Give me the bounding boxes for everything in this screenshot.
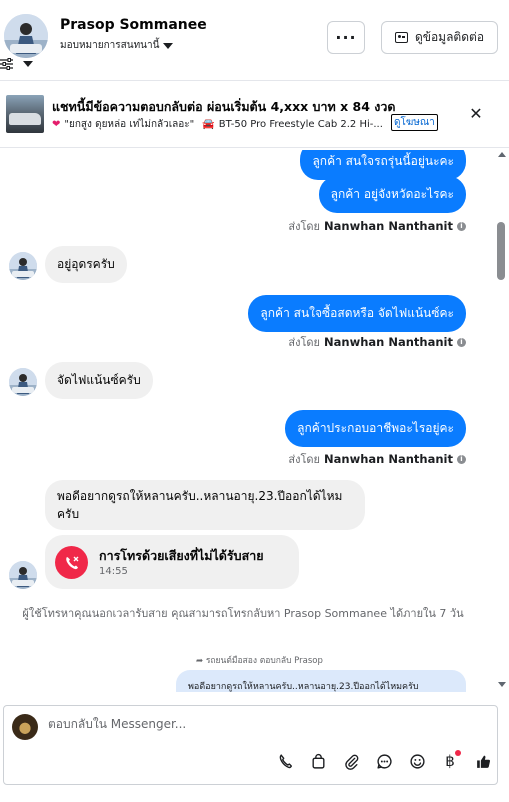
sent-by-name[interactable]: Nanwhan Nanthanit [324,452,453,466]
page-avatar [12,714,38,740]
outgoing-message[interactable]: ลูกค้า สนใจซื้อสดหรือ จัดไฟแน้นซ์คะ [248,295,466,332]
phone-icon[interactable] [274,750,296,772]
reply-input[interactable] [48,717,468,731]
message-thread[interactable]: ลูกค้า สนใจรถรุ่นนี้อยู่นะคะ ลูกค้า อยู่… [0,150,494,692]
sent-by-prefix: ส่งโดย [288,336,321,349]
sliders-icon [0,58,13,70]
scroll-up-arrow[interactable] [498,152,506,157]
paperclip-icon[interactable] [340,750,362,772]
ad-thumbnail [6,95,44,133]
chevron-down-icon [23,61,33,67]
filter-control[interactable] [0,58,33,70]
view-contact-label: ดูข้อมูลติดต่อ [414,30,485,44]
reply-label-text: รถยนต์มือสอง ตอบกลับ Prasop [205,656,323,666]
banner-quote: "ยกสูง ดุยหล่อ เท่ไม่กลัวเลอะ" [64,119,195,130]
car-icon: 🚘 [202,119,215,130]
close-icon: ✕ [469,103,483,123]
sent-by-prefix: ส่งโดย [288,453,321,466]
banner-title: แชทนี้มีข้อความตอบกลับต่อ ผ่อนเริ่มต้น 4… [52,99,396,114]
close-banner-button[interactable]: ✕ [466,103,486,123]
reply-label: ➦ รถยนต์มือสอง ตอบกลับ Prasop [196,653,323,667]
reply-arrow-icon: ➦ [196,656,204,666]
shopping-bag-icon[interactable] [307,750,329,772]
call-time: 14:55 [99,566,128,577]
sent-by-label: ส่งโดย Nanwhan Nanthanit i [288,217,466,235]
avatar [9,561,37,589]
composer-toolbar: ฿ [274,750,494,772]
sent-by-prefix: ส่งโดย [288,220,321,233]
sent-by-name[interactable]: Nanwhan Nanthanit [324,219,453,233]
system-note: ผู้ใช้โทรหาคุณนอกเวลารับสาย คุณสามารถโทร… [22,607,464,620]
baht-symbol: ฿ [445,752,455,770]
incoming-message[interactable]: อยู่อุดรครับ [45,246,127,283]
scroll-thumb[interactable] [497,222,505,280]
view-ad-link[interactable]: ดูโฆษณา [391,114,438,131]
reply-quote[interactable]: พอดีอยากดูรถให้หลานครับ..หลานอายุ.23.ปีอ… [176,670,466,692]
sent-by-label: ส่งโดย Nanwhan Nanthanit i [288,333,466,351]
scroll-down-arrow[interactable] [498,682,506,687]
baht-payment-icon[interactable]: ฿ [439,750,461,772]
incoming-message[interactable]: พอดีอยากดูรถให้หลานครับ..หลานอายุ.23.ปีอ… [45,480,365,530]
ad-context-banner: แชทนี้มีข้อความตอบกลับต่อ ผ่อนเริ่มต้น 4… [0,80,509,148]
missed-call-card[interactable]: การโทรด้วยเสียงที่ไม่ได้รับสาย 14:55 [45,535,299,589]
call-title: การโทรด้วยเสียงที่ไม่ได้รับสาย [99,548,264,563]
banner-subtitle: ❤ "ยกสูง ดุยหล่อ เท่ไม่กลัวเลอะ" 🚘 BT-50… [52,117,383,132]
id-card-icon [394,32,408,43]
banner-product: BT-50 Pro Freestyle Cab 2.2 Hi-... [218,119,383,130]
missed-call-icon [55,546,88,579]
assign-dropdown[interactable]: มอบหมายการสนทนานี้ [60,38,174,53]
incoming-message[interactable]: จัดไฟแน้นซ์ครับ [45,362,153,399]
emoji-icon[interactable] [406,750,428,772]
sent-by-name[interactable]: Nanwhan Nanthanit [324,335,453,349]
outgoing-message[interactable]: ลูกค้าประกอบอาชีพอะไรอยู่คะ [285,410,466,447]
saved-replies-icon[interactable] [373,750,395,772]
assign-label: มอบหมายการสนทนานี้ [60,40,160,51]
more-options-button[interactable]: ··· [327,21,365,54]
info-icon[interactable]: i [457,337,466,347]
avatar [9,252,37,280]
info-icon[interactable]: i [457,454,466,464]
scrollbar[interactable] [494,150,509,692]
message-composer: ฿ [3,705,498,785]
thumbs-up-icon[interactable] [472,750,494,772]
contact-name[interactable]: Prasop Sommanee [60,17,207,33]
notification-dot [455,750,461,756]
conversation-header: Prasop Sommanee มอบหมายการสนทนานี้ ··· ด… [0,0,509,78]
contact-avatar[interactable] [4,14,48,58]
view-contact-button[interactable]: ดูข้อมูลติดต่อ [381,21,498,54]
sent-by-label: ส่งโดย Nanwhan Nanthanit i [288,450,466,468]
outgoing-message[interactable]: ลูกค้า อยู่จังหวัดอะไรคะ [318,176,466,213]
chevron-down-icon [163,42,174,49]
heart-icon: ❤ [52,119,61,130]
info-icon[interactable]: i [457,221,466,231]
avatar [9,368,37,396]
